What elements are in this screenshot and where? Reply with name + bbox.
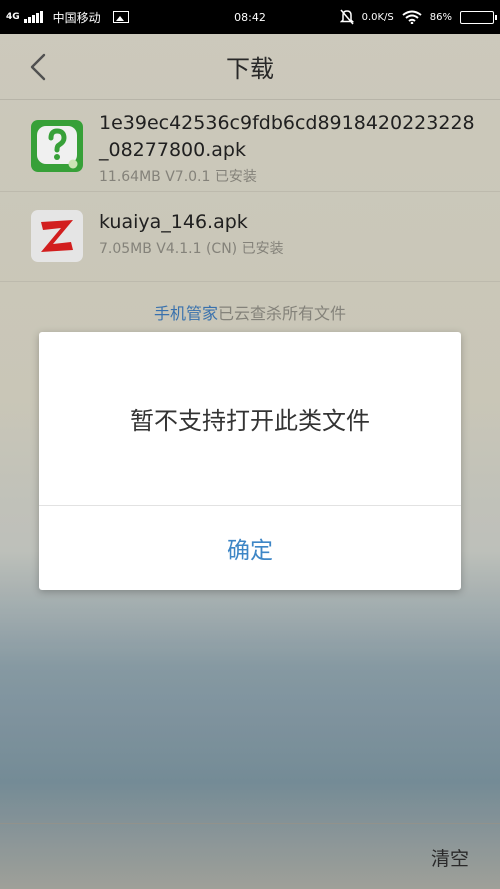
image-notification-icon xyxy=(112,11,129,23)
network-type: 4G xyxy=(6,11,20,22)
signal-icon xyxy=(23,11,43,23)
dialog-message: 暂不支持打开此类文件 xyxy=(130,407,370,435)
mute-icon xyxy=(339,9,354,25)
alert-dialog: 暂不支持打开此类文件 确定 xyxy=(39,332,461,590)
battery-icon xyxy=(460,10,497,24)
carrier-name: 中国移动 xyxy=(52,10,101,25)
status-bar: 4G 中国移动 08:42 0.0K/S 86% xyxy=(0,0,500,34)
confirm-button[interactable]: 确定 xyxy=(39,506,461,590)
network-speed: 0.0K/S xyxy=(361,11,394,23)
wifi-icon xyxy=(402,10,422,24)
battery-percent: 86% xyxy=(429,11,452,23)
